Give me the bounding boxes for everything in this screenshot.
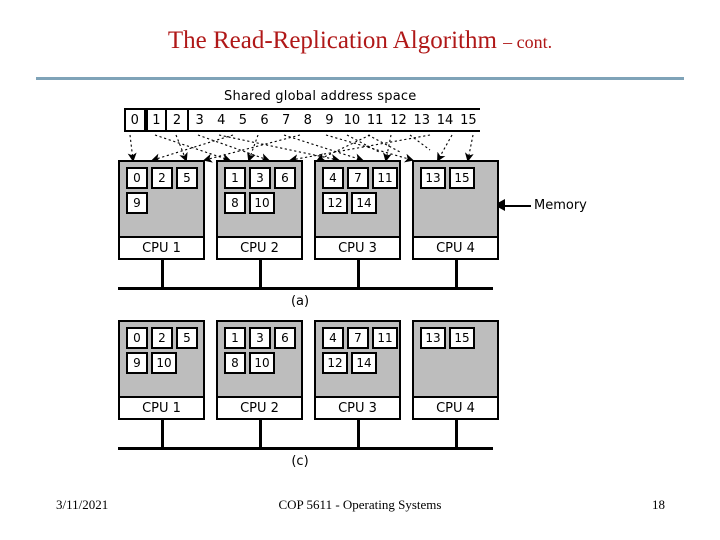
address-cell-6: 6 (260, 113, 269, 128)
memory-cell-6: 6 (274, 327, 296, 349)
address-cell-3: 3 (195, 113, 204, 128)
cpu-label-3: CPU 3 (316, 396, 399, 418)
address-cell-7: 7 (282, 113, 291, 128)
address-cell-10: 10 (343, 113, 361, 128)
address-cell-2: 2 (167, 110, 189, 130)
memory-cell-4: 4 (322, 327, 344, 349)
memory-cell-7: 7 (347, 167, 369, 189)
memory-cell-9: 9 (126, 352, 148, 374)
memory-cell-7: 7 (347, 327, 369, 349)
address-cell-13: 13 (413, 113, 431, 128)
cpu-memory-area: 4 7 11 12 14 (316, 322, 399, 380)
cpu-label-1: CPU 1 (120, 396, 203, 418)
cpu-memory-area: 4 7 11 12 14 (316, 162, 399, 220)
memory-cell-1: 1 (224, 327, 246, 349)
cpu-node-3-panel-a: 4 7 11 12 14 CPU 3 (314, 160, 401, 260)
memory-cell-14: 14 (351, 352, 377, 374)
memory-cell-3: 3 (249, 327, 271, 349)
memory-cell-13: 13 (420, 327, 446, 349)
memory-cell-2: 2 (151, 167, 173, 189)
read-replication-figure: Shared global address space 0 1 2 3 4 5 6 7 8 9 10… (0, 86, 720, 476)
footer-course: COP 5611 - Operating Systems (278, 497, 442, 512)
address-cell-12: 12 (390, 113, 407, 128)
memory-cell-10: 10 (151, 352, 177, 374)
memory-cell-0: 0 (126, 327, 148, 349)
cpu-memory-area: 025 9 (120, 162, 203, 220)
cpu-memory-area: 13 15 (414, 322, 497, 380)
cpu-node-4-panel-a: 13 15 CPU 4 (412, 160, 499, 260)
cpu-label-3: CPU 3 (316, 236, 399, 258)
memory-cell-10: 10 (249, 352, 275, 374)
cpu-node-3-panel-c: 4 7 11 12 14 CPU 3 (314, 320, 401, 420)
memory-cell-2: 2 (151, 327, 173, 349)
memory-cell-8: 8 (224, 352, 246, 374)
bus-stem (356, 420, 360, 447)
cpu-node-1-panel-c: 0 2 5 9 10 CPU 1 (118, 320, 205, 420)
panel-caption-panel-a: (a) (290, 294, 310, 309)
memory-cell-1: 1 (224, 167, 246, 189)
address-cell-0: 0 (124, 110, 146, 130)
address-cell-4: 4 (217, 113, 226, 128)
address-cell-5: 5 (238, 113, 248, 128)
page-title-subtitle: – cont. (503, 32, 553, 52)
cpu-node-2-panel-c: 1 3 6 8 10 CPU 2 (216, 320, 303, 420)
slide-footer: 3/11/2021 COP 5611 - Operating Systems 1… (0, 495, 720, 515)
page-title-main: The Read-Replication Algorithm (167, 27, 497, 54)
memory-cell-5: 5 (176, 327, 198, 349)
memory-cell-15: 15 (449, 327, 475, 349)
cpu-label-2: CPU 2 (218, 236, 301, 258)
cpu-memory-area: 13 15 (414, 162, 497, 220)
footer-page-number: 18 (652, 497, 665, 512)
bus-stem (356, 260, 360, 287)
address-cell-15: 15 (460, 113, 477, 128)
memory-cell-12: 12 (322, 192, 348, 214)
memory-cell-3: 3 (249, 167, 271, 189)
title-divider (36, 77, 684, 80)
address-cell-14: 14 (436, 113, 454, 128)
memory-cell-11: 11 (372, 167, 398, 189)
page-title: The Read-Replication Algorithm – cont. (0, 26, 720, 57)
memory-cell-9: 9 (126, 192, 148, 214)
bus-stem (258, 420, 262, 447)
memory-label: Memory (534, 198, 587, 213)
bus-stem (258, 260, 262, 287)
cpu-label-4: CPU 4 (414, 236, 497, 258)
cpu-label-1: CPU 1 (120, 236, 203, 258)
cpu-node-2-panel-a: 1 3 6 8 10 CPU 2 (216, 160, 303, 260)
bus-stem (160, 420, 164, 447)
memory-cell-10: 10 (249, 192, 275, 214)
memory-cell-8: 8 (224, 192, 246, 214)
cpu-memory-area: 1 3 6 8 10 (218, 162, 301, 220)
cpu-memory-area: 0 2 5 9 10 (120, 322, 203, 380)
memory-cell-0: 0 (126, 167, 148, 189)
address-cell-8: 8 (303, 113, 312, 128)
bus-stem (454, 420, 458, 447)
memory-cell-6: 6 (274, 167, 296, 189)
memory-cell-13: 13 (420, 167, 446, 189)
cpu-node-4-panel-c: 13 15 CPU 4 (412, 320, 499, 420)
shared-global-address-space-bar: 0 1 2 3 4 5 6 7 8 9 10 11 12 13 14 15 (124, 108, 480, 132)
memory-arrow-line (503, 205, 531, 207)
cpu-label-4: CPU 4 (414, 396, 497, 418)
cpu-label-2: CPU 2 (218, 396, 301, 418)
system-bus-panel-c (118, 447, 493, 450)
address-space-caption: Shared global address space (224, 89, 417, 104)
panel-caption-panel-c: (c) (291, 454, 309, 469)
bus-stem (160, 260, 164, 287)
address-cell-11: 11 (366, 113, 384, 128)
cpu-memory-area: 1 3 6 8 10 (218, 322, 301, 380)
address-cell-1: 1 (145, 110, 168, 130)
system-bus-panel-a (118, 287, 493, 290)
bus-stem (454, 260, 458, 287)
memory-cell-4: 4 (322, 167, 344, 189)
memory-cell-12: 12 (322, 352, 348, 374)
memory-cell-14: 14 (351, 192, 377, 214)
memory-cell-11: 11 (372, 327, 398, 349)
address-cell-9: 9 (325, 113, 334, 128)
cpu-node-1-panel-a: 0 2 5 9 CPU 1 (118, 160, 205, 260)
memory-cell-15: 15 (449, 167, 475, 189)
memory-cell-5: 5 (176, 167, 198, 189)
